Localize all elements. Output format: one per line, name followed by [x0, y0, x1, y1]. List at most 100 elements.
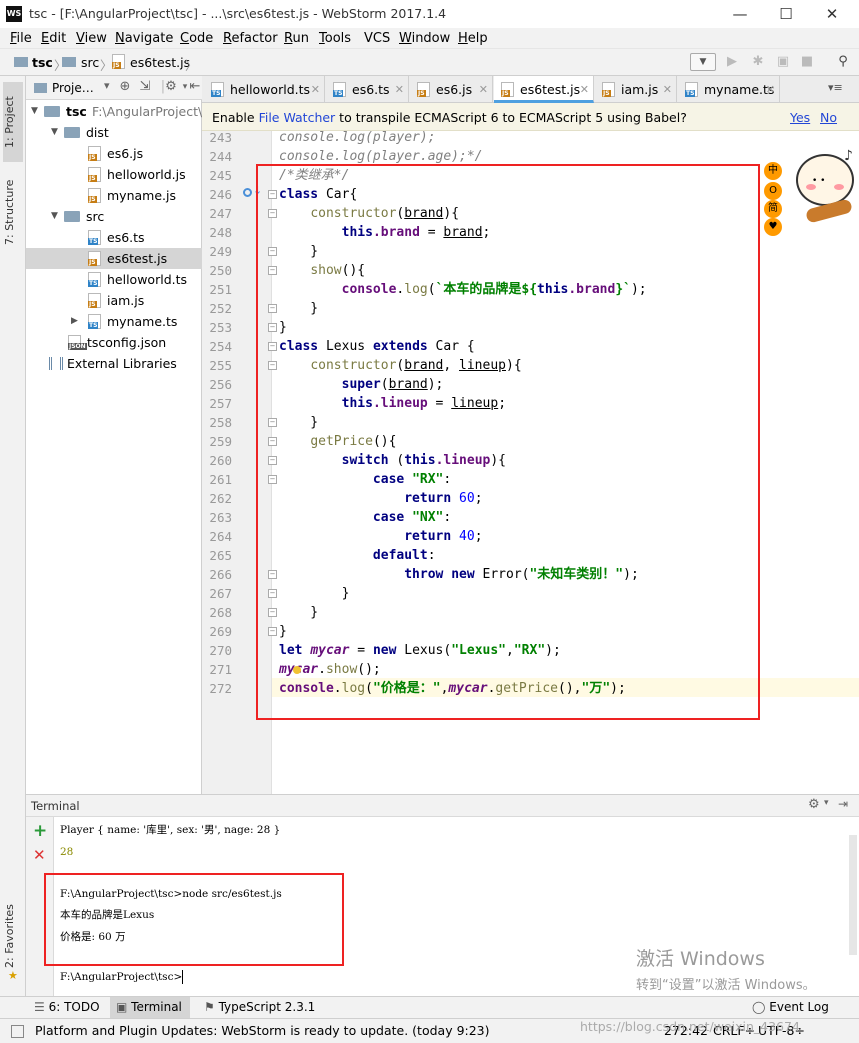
- js-file-icon: JS: [88, 167, 101, 182]
- menu-navigate[interactable]: Navigate: [115, 31, 173, 46]
- expand-arrow-icon[interactable]: ▼: [31, 101, 38, 122]
- window-title: tsc - [F:\AngularProject\tsc] - ...\src\…: [29, 6, 447, 21]
- menu-refactor[interactable]: Refactor: [223, 31, 278, 46]
- debug-icon[interactable]: ✱: [749, 54, 767, 70]
- tree-item-src[interactable]: ▼ src: [26, 206, 202, 227]
- menu-window[interactable]: Window: [399, 31, 450, 46]
- mascot-sticker: 中 O 简 ♥ • • ♪: [762, 148, 859, 238]
- tree-item-myname-ts[interactable]: ▶ TS myname.ts: [26, 311, 202, 332]
- folder-icon: [14, 57, 28, 67]
- minimize-button[interactable]: —: [717, 0, 763, 28]
- locate-icon[interactable]: ⊕: [116, 79, 134, 95]
- breadcrumb-folder[interactable]: src: [81, 55, 99, 70]
- coverage-icon[interactable]: ▣: [774, 54, 792, 70]
- tree-item-iam-js[interactable]: JS iam.js: [26, 290, 202, 311]
- expand-arrow-icon[interactable]: ▼: [51, 206, 58, 227]
- collapse-icon[interactable]: ⇲: [136, 79, 154, 95]
- project-view-selector[interactable]: Proje…: [52, 81, 94, 95]
- line-number: 255: [209, 358, 232, 373]
- tool-window-todo[interactable]: ☰ 6: TODO: [34, 1000, 100, 1014]
- override-marker-icon[interactable]: [243, 188, 252, 197]
- close-tab-icon[interactable]: ✕: [766, 76, 775, 103]
- close-tab-icon[interactable]: ✕: [311, 76, 320, 103]
- close-tab-icon[interactable]: ✕: [395, 76, 404, 103]
- close-button[interactable]: ✕: [809, 0, 855, 28]
- tree-item-external-libraries[interactable]: External Libraries: [26, 353, 202, 374]
- dropdown-arrow-icon[interactable]: ▾: [824, 798, 829, 808]
- menu-file[interactable]: File: [10, 31, 32, 46]
- run-config-dropdown[interactable]: ▼: [690, 53, 716, 71]
- tree-item-helloworld-js[interactable]: JS helloworld.js: [26, 164, 202, 185]
- event-log-icon: ◯: [752, 1000, 766, 1014]
- folder-icon: [64, 211, 80, 222]
- dropdown-arrow-icon[interactable]: ▾: [104, 79, 110, 92]
- tab-helloworld-ts[interactable]: TS helloworld.ts ✕: [204, 76, 325, 103]
- stop-icon[interactable]: ■: [798, 54, 816, 70]
- maximize-button[interactable]: ☐: [763, 0, 809, 28]
- tree-item-helloworld-ts[interactable]: TS helloworld.ts: [26, 269, 202, 290]
- folder-icon: [44, 106, 60, 117]
- tree-item-es6test-js[interactable]: JS es6test.js: [26, 248, 202, 269]
- menu-code[interactable]: Code: [180, 31, 213, 46]
- breadcrumb-file[interactable]: es6test.js: [130, 55, 190, 70]
- line-number: 254: [209, 339, 232, 354]
- tree-item-es6-ts[interactable]: TS es6.ts: [26, 227, 202, 248]
- terminal-scrollbar[interactable]: [849, 835, 857, 955]
- search-icon[interactable]: ⚲: [834, 54, 852, 70]
- banner-no-link[interactable]: No: [820, 110, 837, 125]
- new-session-icon[interactable]: +: [33, 821, 47, 841]
- line-number: 246: [209, 187, 232, 202]
- line-number: 244: [209, 149, 232, 164]
- menu-help[interactable]: Help: [458, 31, 488, 46]
- badge-icon: 简: [764, 200, 782, 218]
- panel-toggle-icon[interactable]: [11, 1025, 24, 1038]
- line-number: 245: [209, 168, 232, 183]
- tab-es6-js[interactable]: JS es6.js ✕: [410, 76, 493, 103]
- expand-arrow-icon[interactable]: ▼: [51, 122, 58, 143]
- line-number: 260: [209, 453, 232, 468]
- status-message[interactable]: Platform and Plugin Updates: WebStorm is…: [35, 1023, 490, 1038]
- menu-tools[interactable]: Tools: [319, 31, 351, 46]
- breadcrumb-separator-icon: 〉: [185, 58, 198, 73]
- tab-project[interactable]: 1: Project: [3, 82, 23, 162]
- tab-iam-js[interactable]: JS iam.js ✕: [595, 76, 677, 103]
- tree-item-tsconfig-json[interactable]: JSON tsconfig.json: [26, 332, 202, 353]
- tree-item-myname-js[interactable]: JS myname.js: [26, 185, 202, 206]
- tab-myname-ts[interactable]: TS myname.ts ✕: [678, 76, 780, 103]
- ts-file-icon: TS: [88, 272, 101, 287]
- tab-es6-ts[interactable]: TS es6.ts ✕: [326, 76, 409, 103]
- tool-window-terminal[interactable]: ▣ Terminal: [116, 1000, 182, 1014]
- js-file-icon: JS: [112, 54, 125, 69]
- file-watcher-link[interactable]: File Watcher: [259, 110, 336, 125]
- folder-icon: [62, 57, 76, 67]
- terminal-prompt[interactable]: F:\AngularProject\tsc>: [60, 966, 184, 988]
- csdn-watermark: https://blog.csdn.net/weixin_43674: [580, 1019, 800, 1034]
- close-session-icon[interactable]: ✕: [33, 846, 46, 864]
- banner-yes-link[interactable]: Yes: [790, 110, 810, 125]
- tab-es6test-js[interactable]: JS es6test.js ✕: [494, 76, 594, 103]
- tab-overflow-icon[interactable]: ▾≡: [828, 81, 843, 94]
- tab-favorites[interactable]: 2: Favorites: [3, 896, 23, 976]
- close-tab-icon[interactable]: ✕: [580, 76, 589, 103]
- menu-view[interactable]: View: [76, 31, 107, 46]
- menu-vcs[interactable]: VCS: [364, 31, 390, 46]
- line-number: 263: [209, 510, 232, 525]
- run-icon[interactable]: ▶: [723, 54, 741, 70]
- breadcrumb-root[interactable]: tsc: [32, 55, 53, 70]
- close-tab-icon[interactable]: ✕: [479, 76, 488, 103]
- close-tab-icon[interactable]: ✕: [663, 76, 672, 103]
- gear-icon[interactable]: ⚙: [808, 797, 820, 812]
- line-number: 272: [209, 681, 232, 696]
- menu-run[interactable]: Run: [284, 31, 309, 46]
- tree-root[interactable]: ▼ tsc F:\AngularProject\t: [26, 101, 207, 122]
- tree-item-dist[interactable]: ▼ dist: [26, 122, 202, 143]
- tab-structure[interactable]: 7: Structure: [3, 172, 23, 252]
- tool-window-typescript[interactable]: ⚑ TypeScript 2.3.1: [204, 1000, 315, 1014]
- hide-panel-icon[interactable]: ⇥: [838, 797, 848, 811]
- menu-edit[interactable]: Edit: [41, 31, 66, 46]
- tool-window-event-log[interactable]: ◯ Event Log: [752, 1000, 829, 1014]
- tree-item-es6-js[interactable]: JS es6.js: [26, 143, 202, 164]
- project-panel: Proje… ▾ ⊕ ⇲ | ⚙ ▾ ⇤ ▼ tsc F:\AngularPro…: [26, 76, 207, 794]
- terminal-icon: ▣: [116, 1000, 128, 1014]
- collapsed-arrow-icon[interactable]: ▶: [71, 311, 78, 332]
